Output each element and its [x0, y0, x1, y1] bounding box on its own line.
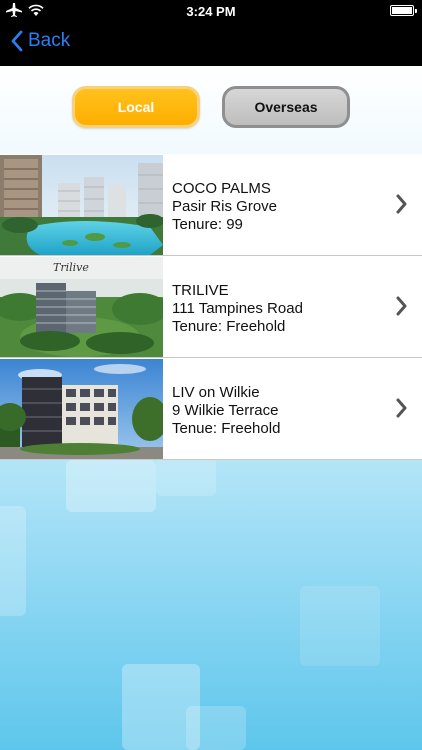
- local-tab[interactable]: Local: [72, 86, 200, 128]
- chevron-right-icon: [396, 398, 407, 418]
- overseas-tab-label: Overseas: [254, 99, 318, 115]
- property-thumbnail: Trilive: [0, 257, 163, 357]
- listing-address: 111 Tampines Road: [172, 300, 303, 317]
- listing-tenure: Tenure: Freehold: [172, 318, 286, 335]
- status-bar: 3:24 PM: [0, 0, 422, 22]
- list-item[interactable]: COCO PALMS Pasir Ris Grove Tenure: 99: [0, 154, 422, 256]
- battery-icon: [390, 5, 417, 16]
- local-tab-label: Local: [117, 99, 155, 115]
- listing-tenure: Tenure: 99: [172, 216, 243, 233]
- list-item[interactable]: Trilive TRILIVE 111 Tampines Road Tenure…: [0, 256, 422, 358]
- listing-text: COCO PALMS Pasir Ris Grove Tenure: 99: [172, 180, 277, 234]
- listing-text: LIV on Wilkie 9 Wilkie Terrace Tenue: Fr…: [172, 384, 280, 438]
- listing-tenure: Tenue: Freehold: [172, 420, 281, 437]
- trilive-logo: Trilive: [53, 261, 89, 274]
- property-thumbnail: [0, 359, 163, 459]
- back-label: Back: [28, 30, 71, 51]
- listing-text: TRILIVE 111 Tampines Road Tenure: Freeho…: [172, 282, 303, 336]
- chevron-right-icon: [396, 296, 407, 316]
- list-item[interactable]: LIV on Wilkie 9 Wilkie Terrace Tenue: Fr…: [0, 358, 422, 460]
- overseas-tab[interactable]: Overseas: [222, 86, 350, 128]
- property-thumbnail: [0, 155, 163, 255]
- back-button[interactable]: Back: [10, 30, 70, 52]
- listing-address: Pasir Ris Grove: [172, 198, 278, 215]
- status-time: 3:24 PM: [186, 4, 236, 19]
- chevron-right-icon: [396, 194, 407, 214]
- chevron-left-icon: [11, 30, 23, 52]
- listing-name: COCO PALMS: [172, 180, 271, 197]
- navigation-bar: Back: [0, 22, 422, 66]
- property-list: COCO PALMS Pasir Ris Grove Tenure: 99 Tr…: [0, 154, 422, 460]
- listing-name: TRILIVE: [172, 282, 229, 299]
- listing-address: 9 Wilkie Terrace: [172, 402, 279, 419]
- listing-name: LIV on Wilkie: [172, 384, 260, 401]
